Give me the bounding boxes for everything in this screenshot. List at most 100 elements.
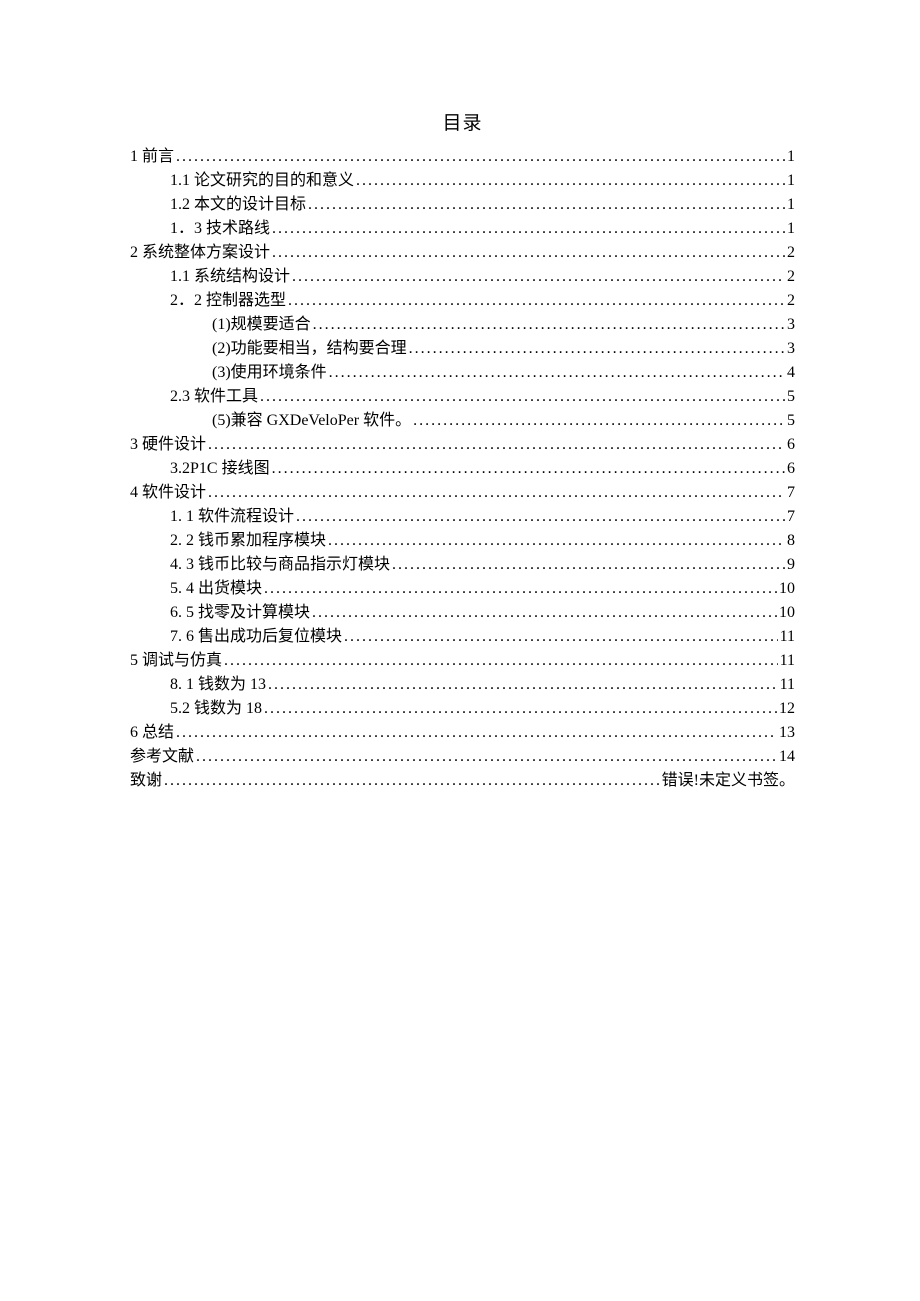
toc-entry-page: 7 [787,505,795,529]
toc-entry-page: 1 [787,169,795,193]
toc-entry-label: 2. 2 钱币累加程序模块 [170,529,326,553]
toc-entry-page: 5 [787,409,795,433]
toc-entry-page: 4 [787,361,795,385]
toc-entry: 2.3 软件工具 5 [130,385,795,409]
toc-leader-dots [224,649,778,673]
toc-entry-page: 2 [787,265,795,289]
toc-leader-dots [260,385,785,409]
toc-leader-dots [409,337,785,361]
toc-entry-label: 5.2 钱数为 18 [170,697,262,721]
toc-entry-page: 1 [787,193,795,217]
toc-leader-dots [208,481,785,505]
toc-entry-page: 1 [787,217,795,241]
toc-leader-dots [292,265,785,289]
toc-entry-label: 3.2P1C 接线图 [170,457,270,481]
toc-entry-page: 2 [787,289,795,313]
toc-leader-dots [272,217,785,241]
toc-leader-dots [268,673,778,697]
toc-leader-dots [164,769,660,793]
toc-entry-label: 4. 3 钱币比较与商品指示灯模块 [170,553,390,577]
toc-entry-label: 1.1 系统结构设计 [170,265,290,289]
toc-entry-page: 5 [787,385,795,409]
toc-leader-dots [264,697,777,721]
toc-entry: 3.2P1C 接线图 6 [130,457,795,481]
toc-entry-label: (1)规模要适合 [212,313,311,337]
toc-leader-dots [308,193,785,217]
toc-leader-dots [296,505,785,529]
toc-entry: 1. 1 软件流程设计 7 [130,505,795,529]
toc-entry-label: 1. 1 软件流程设计 [170,505,294,529]
toc-entry: 4. 3 钱币比较与商品指示灯模块 9 [130,553,795,577]
toc-entry-label: 参考文献 [130,745,194,769]
toc-leader-dots [313,313,785,337]
toc-entry-page: 11 [780,673,795,697]
document-page: 目录 1 前言11.1 论文研究的目的和意义11.2 本文的设计目标11．3 技… [0,0,920,793]
toc-leader-dots [328,529,785,553]
toc-entry-label: 1.2 本文的设计目标 [170,193,306,217]
toc-entry: 2．2 控制器选型 2 [130,289,795,313]
toc-entry-page: 14 [779,745,795,769]
toc-title: 目录 [130,110,795,139]
toc-entry-label: 6. 5 找零及计算模块 [170,601,310,625]
toc-leader-dots [392,553,785,577]
toc-entry-page: 3 [787,313,795,337]
toc-entry-label: 2.3 软件工具 [170,385,258,409]
toc-entry: 7. 6 售出成功后复位模块11 [130,625,795,649]
toc-entry: 6. 5 找零及计算模块 10 [130,601,795,625]
toc-entry-page: 12 [779,697,795,721]
toc-entry-page: 7 [787,481,795,505]
toc-entry: 1.1 论文研究的目的和意义 1 [130,169,795,193]
toc-leader-dots [264,577,777,601]
toc-entry: 1．3 技术路线 1 [130,217,795,241]
toc-entry: 3 硬件设计 6 [130,433,795,457]
toc-entry: 2 系统整体方案设计2 [130,241,795,265]
toc-entry-label: 4 软件设计 [130,481,206,505]
toc-leader-dots [176,145,785,169]
toc-entry-label: 1．3 技术路线 [170,217,270,241]
toc-leader-dots [312,601,777,625]
toc-entry-page: 13 [779,721,795,745]
toc-leader-dots [272,241,785,265]
toc-entry-label: 致谢 [130,769,162,793]
toc-entry-label: 1 前言 [130,145,174,169]
toc-entry-page: 6 [787,433,795,457]
toc-entry: 5. 4 出货模块 10 [130,577,795,601]
toc-entry-page: 9 [787,553,795,577]
toc-entry-page: 3 [787,337,795,361]
toc-entry-label: (3)使用环境条件 [212,361,327,385]
toc-entry: 6 总结 13 [130,721,795,745]
toc-entry-page: 1 [787,145,795,169]
toc-leader-dots [288,289,785,313]
toc-entry: 4 软件设计 7 [130,481,795,505]
toc-entry-page: 2 [787,241,795,265]
toc-entry-label: 5. 4 出货模块 [170,577,262,601]
toc-leader-dots [344,625,778,649]
toc-leader-dots [272,457,785,481]
toc-leader-dots [413,409,785,433]
toc-entry: 1.1 系统结构设计 2 [130,265,795,289]
toc-entry-label: (2)功能要相当，结构要合理 [212,337,407,361]
toc-leader-dots [196,745,777,769]
toc-entry-label: 3 硬件设计 [130,433,206,457]
toc-entry-label: 1.1 论文研究的目的和意义 [170,169,354,193]
toc-entry-label: 5 调试与仿真 [130,649,222,673]
toc-entry: 1.2 本文的设计目标 1 [130,193,795,217]
toc-entry-page: 10 [779,601,795,625]
toc-entry-page: 11 [780,649,795,673]
toc-entry: 2. 2 钱币累加程序模块8 [130,529,795,553]
toc-entry-label: 6 总结 [130,721,174,745]
toc-leader-dots [176,721,777,745]
toc-leader-dots [329,361,785,385]
toc-entry: (1)规模要适合 3 [130,313,795,337]
toc-entry: 致谢错误!未定义书签。 [130,769,795,793]
toc-leader-dots [208,433,785,457]
toc-entry-label: 2．2 控制器选型 [170,289,286,313]
toc-entry-page: 6 [787,457,795,481]
toc-entry: 8. 1 钱数为 1311 [130,673,795,697]
toc-entry: 参考文献 14 [130,745,795,769]
toc-entry-page: 11 [780,625,795,649]
toc-entry-page: 10 [779,577,795,601]
table-of-contents: 1 前言11.1 论文研究的目的和意义11.2 本文的设计目标11．3 技术路线… [130,145,795,793]
toc-entry: 1 前言 1 [130,145,795,169]
toc-leader-dots [356,169,785,193]
